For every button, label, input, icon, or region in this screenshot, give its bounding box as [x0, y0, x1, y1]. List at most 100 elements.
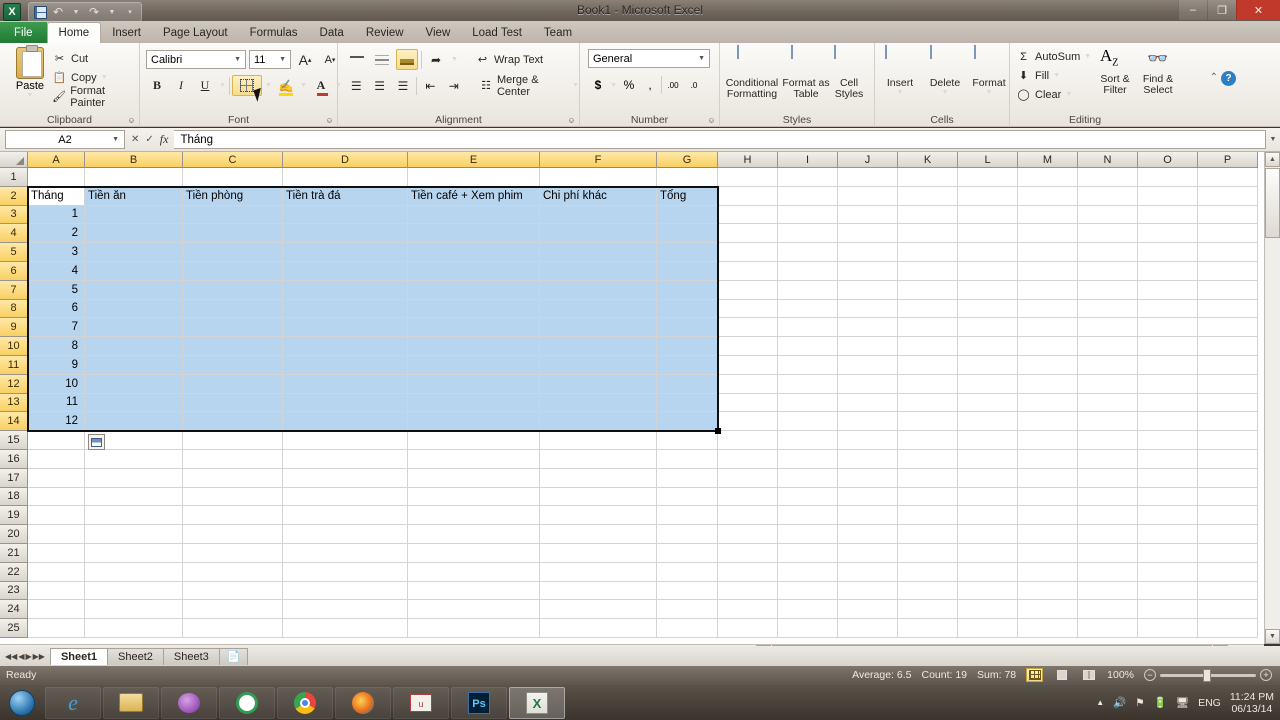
row-header-5[interactable]: 5 [0, 243, 28, 262]
cell-C3[interactable] [183, 205, 283, 225]
cell-N19[interactable] [1078, 506, 1138, 526]
cell-B23[interactable] [85, 581, 183, 601]
cell-K6[interactable] [898, 262, 958, 281]
cell-J18[interactable] [838, 487, 898, 507]
cell-L5[interactable] [958, 243, 1018, 262]
cell-N9[interactable] [1078, 318, 1138, 338]
cell-D9[interactable] [283, 318, 408, 338]
cell-J9[interactable] [838, 318, 898, 338]
cell-P12[interactable] [1198, 374, 1258, 394]
cell-I6[interactable] [778, 262, 838, 281]
cell-O22[interactable] [1138, 562, 1198, 582]
cell-P11[interactable] [1198, 356, 1258, 375]
cell-O9[interactable] [1138, 318, 1198, 338]
cell-A17[interactable] [28, 468, 85, 488]
cell-I8[interactable] [778, 299, 838, 319]
cell-A4[interactable]: 2 [28, 224, 85, 244]
customize-qat-icon[interactable]: ▾ [122, 4, 138, 20]
column-header-f[interactable]: F [540, 152, 657, 168]
cell-D16[interactable] [283, 450, 408, 469]
cell-K15[interactable] [898, 431, 958, 450]
cell-H20[interactable] [718, 525, 778, 544]
cell-P13[interactable] [1198, 393, 1258, 413]
cell-J4[interactable] [838, 224, 898, 244]
cell-D12[interactable] [283, 374, 408, 394]
page-break-view-button[interactable] [1080, 668, 1097, 682]
cell-C1[interactable] [183, 168, 283, 187]
cell-P1[interactable] [1198, 168, 1258, 187]
enter-formula-icon[interactable]: ✓ [145, 134, 153, 145]
number-format-dropdown-icon[interactable]: ▼ [696, 55, 707, 62]
redo-dropdown-icon[interactable]: ▼ [104, 4, 120, 20]
cell-O6[interactable] [1138, 262, 1198, 281]
help-icon[interactable]: ? [1221, 71, 1236, 86]
insert-cells-button[interactable]: Insert ▼ [877, 45, 923, 112]
row-header-3[interactable]: 3 [0, 205, 28, 225]
align-left-button[interactable]: ☰ [346, 75, 366, 96]
cell-I13[interactable] [778, 393, 838, 413]
start-button[interactable] [0, 686, 44, 720]
cell-G19[interactable] [657, 506, 718, 526]
cell-A5[interactable]: 3 [28, 243, 85, 262]
autosum-button[interactable]: Σ AutoSum ▼ [1016, 47, 1091, 66]
cell-C19[interactable] [183, 506, 283, 526]
cell-E6[interactable] [408, 262, 540, 281]
bold-button[interactable]: B [146, 75, 168, 96]
cell-P8[interactable] [1198, 299, 1258, 319]
name-box[interactable]: A2 ▼ [5, 130, 125, 149]
zoom-in-button[interactable]: + [1260, 669, 1272, 681]
taskbar-item-excel[interactable]: X [509, 686, 565, 719]
cell-B17[interactable] [85, 468, 183, 488]
font-dialog-launcher[interactable]: ⎉ [325, 116, 334, 125]
cell-E2[interactable]: Tiền café + Xem phim [408, 186, 540, 206]
last-sheet-button[interactable]: ▶▶ [33, 652, 45, 661]
cell-K11[interactable] [898, 356, 958, 375]
sheet-tab-sheet1[interactable]: Sheet1 [49, 647, 109, 665]
cell-F12[interactable] [540, 374, 657, 394]
cell-F19[interactable] [540, 506, 657, 526]
cell-A12[interactable]: 10 [28, 374, 85, 394]
tab-file[interactable]: File [0, 22, 47, 43]
cell-G10[interactable] [657, 337, 718, 356]
cell-J5[interactable] [838, 243, 898, 262]
cell-K17[interactable] [898, 468, 958, 488]
select-all-button[interactable] [0, 152, 28, 168]
underline-dropdown-icon[interactable]: ▼ [218, 75, 227, 96]
cell-K19[interactable] [898, 506, 958, 526]
cell-A8[interactable]: 6 [28, 299, 85, 319]
cell-P17[interactable] [1198, 468, 1258, 488]
cancel-formula-icon[interactable]: ✕ [131, 134, 139, 145]
display-icon[interactable]: 🖥 [1176, 696, 1189, 709]
tab-page-layout[interactable]: Page Layout [152, 23, 239, 43]
cell-L8[interactable] [958, 299, 1018, 319]
taskbar-item-internet-explorer[interactable]: e [45, 686, 101, 719]
cell-K16[interactable] [898, 450, 958, 469]
cell-G12[interactable] [657, 374, 718, 394]
cell-I24[interactable] [778, 600, 838, 620]
cell-E12[interactable] [408, 374, 540, 394]
cell-G16[interactable] [657, 450, 718, 469]
cell-N17[interactable] [1078, 468, 1138, 488]
format-cells-button[interactable]: Format ▼ [967, 45, 1011, 112]
cell-B11[interactable] [85, 356, 183, 375]
cell-I20[interactable] [778, 525, 838, 544]
cell-L22[interactable] [958, 562, 1018, 582]
cell-L24[interactable] [958, 600, 1018, 620]
cell-L10[interactable] [958, 337, 1018, 356]
cell-D13[interactable] [283, 393, 408, 413]
vertical-scroll-thumb[interactable] [1265, 168, 1280, 238]
cell-D19[interactable] [283, 506, 408, 526]
cell-I16[interactable] [778, 450, 838, 469]
cell-C21[interactable] [183, 544, 283, 563]
cell-H6[interactable] [718, 262, 778, 281]
delete-dropdown-icon[interactable]: ▼ [942, 89, 949, 96]
column-header-j[interactable]: J [838, 152, 898, 168]
cell-K14[interactable] [898, 412, 958, 432]
font-size-dropdown-icon[interactable]: ▼ [277, 56, 288, 63]
cell-A3[interactable]: 1 [28, 205, 85, 225]
cell-K5[interactable] [898, 243, 958, 262]
normal-view-button[interactable] [1026, 668, 1044, 682]
cell-G13[interactable] [657, 393, 718, 413]
cell-M21[interactable] [1018, 544, 1078, 563]
row-header-7[interactable]: 7 [0, 280, 28, 300]
